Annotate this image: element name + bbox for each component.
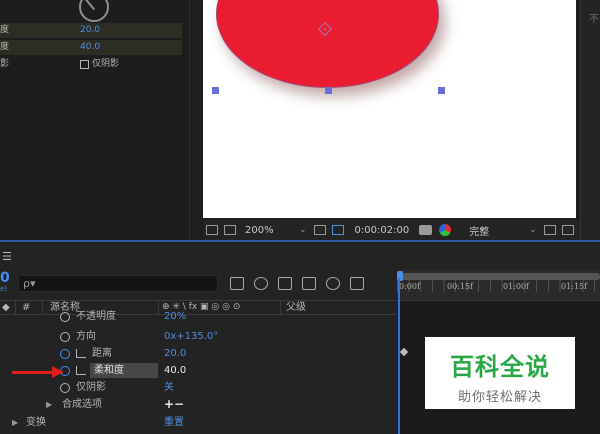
effect-row-softness-a[interactable]: 度 20.0 xyxy=(0,23,182,38)
composition-viewer xyxy=(190,0,580,240)
property-name: 变换 xyxy=(26,417,46,428)
panel-menu-icon[interactable]: ☰ xyxy=(2,250,12,263)
graph-icon[interactable] xyxy=(76,349,86,358)
property-row-compositing-options[interactable]: ▶ 合成选项 +− xyxy=(0,396,397,413)
expand-triangle-icon[interactable]: ▶ xyxy=(12,414,18,431)
timeline-tools xyxy=(230,277,364,290)
timeline-graph-header xyxy=(397,300,600,315)
resolution-select[interactable]: 完整 xyxy=(469,223,529,238)
camera-icon[interactable] xyxy=(419,225,433,235)
panel-divider xyxy=(0,240,600,243)
grid-icon[interactable] xyxy=(313,225,326,235)
watermark-subtitle: 助你轻松解决 xyxy=(457,390,542,405)
always-preview-icon[interactable] xyxy=(206,225,218,235)
property-name: 距离 xyxy=(92,348,112,359)
current-timecode[interactable]: 0:00:02:00 xyxy=(355,225,410,236)
property-row-distance[interactable]: 距离 20.0 xyxy=(0,345,397,362)
bounding-handle-left[interactable] xyxy=(212,87,219,94)
property-value[interactable]: 20.0 xyxy=(164,345,186,362)
effect-row-value[interactable]: 20.0 xyxy=(80,23,100,38)
effect-row-label: 度 xyxy=(0,42,10,52)
property-value[interactable]: 0x+135.0° xyxy=(164,328,218,345)
graph-icon[interactable] xyxy=(76,366,86,375)
effect-row-value[interactable]: 40.0 xyxy=(80,40,100,55)
property-value[interactable]: 关 xyxy=(164,379,174,396)
property-value[interactable]: 20% xyxy=(164,308,186,325)
annotation-arrow xyxy=(12,371,54,374)
property-name: 不透明度 xyxy=(76,311,116,322)
stopwatch-icon[interactable] xyxy=(60,312,70,322)
time-ruler[interactable]: 0:00f 00:15f 01:00f 01:15f xyxy=(397,270,600,300)
stopwatch-icon[interactable] xyxy=(60,332,70,342)
bounding-handle-right[interactable] xyxy=(438,87,445,94)
property-row-transform[interactable]: ▶ 变换 重置 xyxy=(0,414,397,431)
direction-dial-icon[interactable] xyxy=(79,0,109,22)
expand-triangle-icon[interactable]: ▶ xyxy=(46,396,52,413)
zoom-select[interactable]: 200% xyxy=(245,225,299,236)
comp-mini-flowchart-icon[interactable] xyxy=(230,277,244,290)
playhead[interactable] xyxy=(398,278,400,434)
watermark-title: 百科全说 xyxy=(450,353,550,381)
effect-row-shadow-only: 影 仅阴影 xyxy=(0,57,182,72)
effect-row-softness-b[interactable]: 度 40.0 xyxy=(0,40,182,55)
transparency-grid-icon[interactable] xyxy=(561,225,574,235)
property-name: 合成选项 xyxy=(62,399,102,410)
watermark-logo: 百科全说 助你轻松解决 xyxy=(425,337,575,409)
property-row-shadow-only[interactable]: 仅阴影 关 xyxy=(0,379,397,396)
timeline-fps: e) xyxy=(0,285,8,293)
stopwatch-active-icon[interactable] xyxy=(60,349,70,359)
right-panel-edge: 不 xyxy=(580,0,600,240)
layer-search-input[interactable]: ρ▾ xyxy=(18,275,218,292)
viewer-toolbar: 200% ⌄ 0:00:02:00 完整 ⌄ xyxy=(203,220,580,240)
work-area-bar[interactable] xyxy=(397,271,600,281)
add-remove-control[interactable]: +− xyxy=(164,396,184,413)
property-value[interactable]: 40.0 xyxy=(164,362,186,379)
mask-visibility-icon[interactable] xyxy=(331,225,344,235)
reset-link[interactable]: 重置 xyxy=(164,414,184,431)
chevron-down-icon[interactable]: ⌄ xyxy=(299,225,307,235)
effect-row-label: 影 xyxy=(0,59,10,69)
stopwatch-icon[interactable] xyxy=(60,383,70,393)
bounding-handle-bottom[interactable] xyxy=(325,87,332,94)
ruler-label: 01:00f xyxy=(503,282,530,291)
draft-3d-icon[interactable] xyxy=(254,277,268,290)
graph-editor-icon[interactable] xyxy=(350,277,364,290)
ruler-label: 00:15f xyxy=(447,282,474,291)
chevron-down-icon[interactable]: ⌄ xyxy=(529,225,537,235)
red-circle-layer[interactable] xyxy=(216,0,439,88)
monitor-icon[interactable] xyxy=(224,225,236,235)
composition-canvas[interactable] xyxy=(203,0,576,218)
shadow-only-checkbox[interactable] xyxy=(80,60,89,69)
ruler-label: 0:00f xyxy=(399,282,420,291)
effect-controls-panel: 度 20.0 度 40.0 影 仅阴影 xyxy=(0,0,190,240)
frame-blending-icon[interactable] xyxy=(302,277,316,290)
shy-layers-icon[interactable] xyxy=(278,277,292,290)
effect-row-label: 度 xyxy=(0,25,10,35)
right-panel-text: 不 xyxy=(589,14,599,25)
timeline-current-time[interactable]: 0 xyxy=(0,270,10,286)
property-name: 方向 xyxy=(76,331,96,342)
property-row-opacity[interactable]: 不透明度 20% xyxy=(0,308,397,325)
motion-blur-icon[interactable] xyxy=(326,277,340,290)
property-row-direction[interactable]: 方向 0x+135.0° xyxy=(0,328,397,345)
ruler-label: 01:15f xyxy=(561,282,588,291)
channel-icon[interactable] xyxy=(439,224,452,236)
property-name: 柔和度 xyxy=(94,365,124,376)
shadow-only-label: 仅阴影 xyxy=(92,59,120,69)
region-of-interest-icon[interactable] xyxy=(543,225,556,235)
property-name: 仅阴影 xyxy=(76,382,106,393)
annotation-arrow-head xyxy=(52,366,64,378)
